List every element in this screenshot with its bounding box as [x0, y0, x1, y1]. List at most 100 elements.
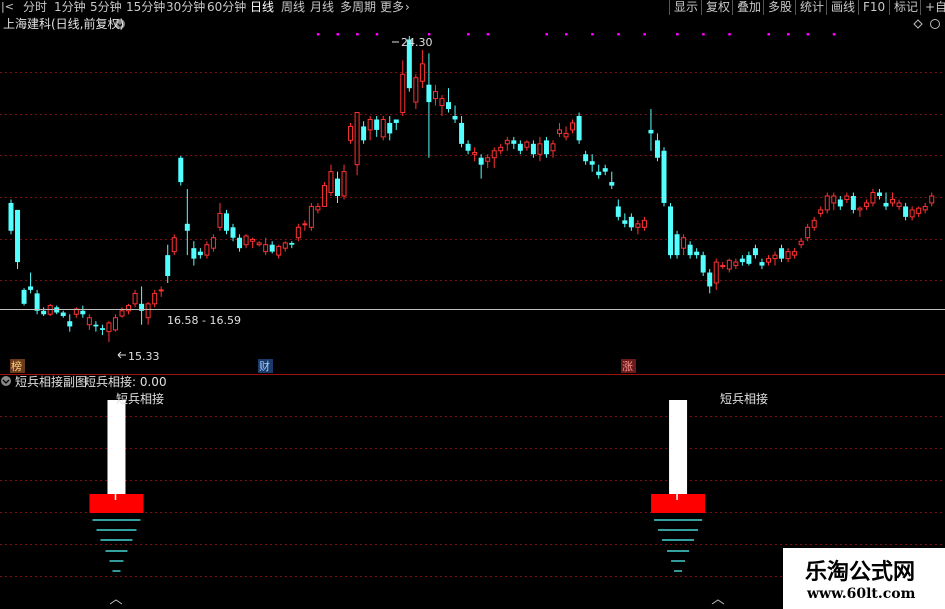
candle-body	[668, 206, 674, 256]
signal-dot	[375, 33, 379, 36]
diamond-icon[interactable]	[913, 19, 923, 29]
candle-body	[374, 119, 380, 130]
stock-title: 上海建科(日线,前复权)	[3, 16, 124, 31]
period-tab-fenshi[interactable]: 分时	[23, 0, 47, 15]
candle-body	[191, 248, 197, 259]
candle-body	[8, 202, 14, 231]
candle-body	[93, 324, 99, 327]
signal-label: 短兵相接	[116, 391, 164, 406]
signal-dot	[486, 33, 490, 36]
event-marker-finance-label: 财	[259, 359, 270, 373]
tool-multi-stock-button[interactable]: 多股	[763, 0, 796, 15]
period-tab-30min[interactable]: 30分钟	[166, 0, 205, 15]
candle-body	[792, 251, 798, 256]
candle-body	[237, 237, 243, 249]
candle-body	[99, 328, 105, 330]
tool-adjust-button[interactable]: 复权	[701, 0, 734, 15]
candle-body	[485, 157, 491, 162]
candle-body	[15, 209, 21, 263]
candle-body	[446, 102, 452, 110]
candle-body	[80, 310, 86, 315]
candle-body	[152, 292, 158, 305]
candle-body	[654, 140, 660, 158]
candle-body	[504, 139, 510, 145]
candle-body	[243, 235, 249, 246]
candle-body	[779, 248, 785, 259]
candle-body	[439, 98, 445, 107]
candle-body	[752, 248, 758, 256]
period-tab-1min[interactable]: 1分钟	[54, 0, 86, 15]
tool-mark-button[interactable]: 标记	[889, 0, 922, 15]
candle-body	[876, 192, 882, 196]
candle-body	[250, 238, 256, 242]
candle-body	[165, 255, 171, 276]
candle-body	[798, 240, 804, 246]
circle-icon[interactable]	[930, 19, 940, 29]
candle-body	[707, 272, 713, 287]
period-tab-daily[interactable]: 日线	[250, 0, 274, 15]
signal-dot	[591, 33, 594, 36]
tool-watchlist-button[interactable]: +自选	[920, 0, 945, 15]
candle-body	[635, 223, 641, 228]
candle-body	[759, 262, 765, 266]
candle-body	[112, 317, 118, 331]
candlestick-series	[8, 36, 935, 343]
period-tab-weekly[interactable]: 周线	[281, 0, 305, 15]
candle-body	[34, 293, 40, 311]
candle-body	[537, 143, 543, 155]
candle-body	[289, 242, 295, 245]
candle-body	[570, 122, 576, 131]
period-tab-60min[interactable]: 60分钟	[207, 0, 246, 15]
sub-indicator-series	[89, 400, 706, 572]
candle-body	[890, 198, 896, 204]
candle-body	[831, 195, 837, 204]
tool-stats-button[interactable]: 统计	[795, 0, 828, 15]
candle-body	[589, 161, 595, 165]
sub-chart-options-icon[interactable]	[1, 376, 11, 386]
candle-body	[387, 122, 393, 134]
tool-f10-button[interactable]: F10	[858, 0, 889, 15]
candle-body	[263, 244, 269, 253]
price-chart[interactable]: 16.58 - 16.59 上海建科(日线,前复权) 24.30 15.33 榜…	[0, 16, 945, 609]
candle-body	[86, 317, 92, 326]
candle-body	[432, 91, 438, 100]
period-tab-15min[interactable]: 15分钟	[126, 0, 165, 15]
candle-body	[628, 216, 634, 228]
candle-body	[700, 255, 706, 273]
period-tab-monthly[interactable]: 月线	[310, 0, 334, 15]
candle-body	[857, 207, 863, 211]
candle-body	[687, 244, 693, 256]
candle-body	[929, 195, 935, 204]
candle-body	[772, 254, 778, 260]
signal-base	[651, 494, 706, 513]
signal-dot	[467, 33, 470, 36]
candle-body	[171, 237, 177, 253]
period-tab-5min[interactable]: 5分钟	[90, 0, 122, 15]
chevron-right-icon[interactable]: ›	[405, 0, 410, 15]
period-tab-multi[interactable]: 多周期	[340, 0, 376, 15]
candle-body	[733, 261, 739, 267]
range-label: 16.58 - 16.59	[167, 314, 241, 327]
candle-body	[158, 289, 164, 292]
candle-body	[348, 125, 354, 141]
candle-body	[413, 77, 419, 103]
candle-body	[28, 286, 34, 290]
period-tab-more[interactable]: 更多	[380, 0, 404, 15]
candle-body	[916, 207, 922, 214]
candle-body	[478, 157, 484, 165]
tool-overlay-button[interactable]: 叠加	[732, 0, 765, 15]
candle-body	[361, 126, 367, 141]
candle-body	[341, 171, 347, 197]
candle-body	[465, 143, 471, 151]
signal-dot	[565, 33, 568, 36]
candle-body	[132, 292, 138, 305]
candle-body	[837, 199, 843, 207]
tool-draw-button[interactable]: 画线	[826, 0, 859, 15]
scroll-left-icon[interactable]: |<	[1, 0, 14, 14]
candle-body	[576, 116, 582, 141]
event-marker-rank-label: 榜	[11, 359, 22, 373]
candle-body	[210, 237, 216, 249]
tool-show-button[interactable]: 显示	[669, 0, 702, 15]
candle-body	[922, 205, 928, 211]
candle-body	[269, 244, 275, 252]
